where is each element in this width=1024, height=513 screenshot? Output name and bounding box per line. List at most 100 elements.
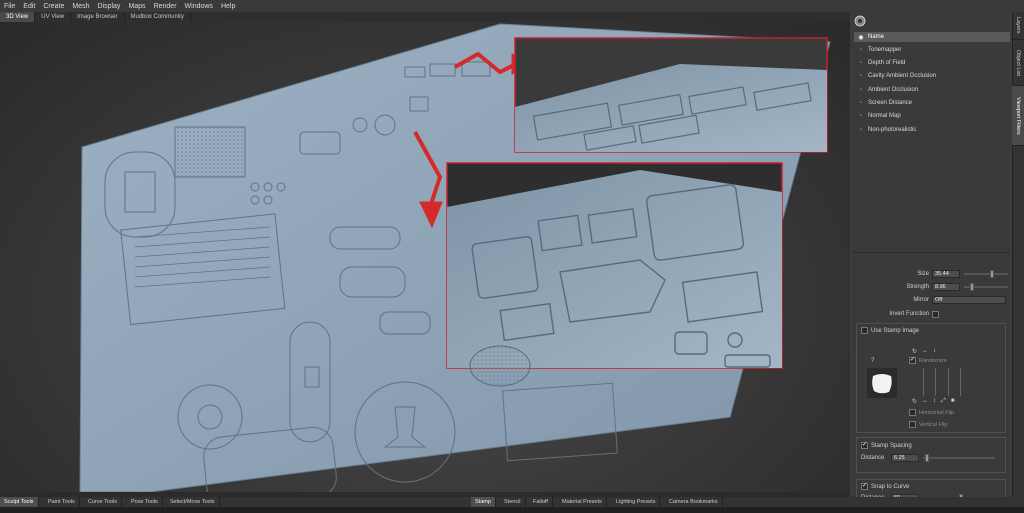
- slider-handle[interactable]: [925, 454, 929, 462]
- right-panel: ◉ Name ◦ Tonemapper ◦ Depth of Field ◦ C…: [850, 12, 1024, 502]
- tab-paint-tools[interactable]: Paint Tools: [44, 497, 80, 507]
- horizontal-flip-checkbox[interactable]: [909, 409, 916, 416]
- random-rotate-slider[interactable]: [922, 368, 924, 396]
- filter-settings-icon[interactable]: [854, 15, 866, 27]
- tab-3d-view[interactable]: 3D View: [0, 12, 36, 22]
- stamp-random-icons: ↻ ↔ ↕ ⤢ ■: [912, 398, 954, 405]
- menu-create[interactable]: Create: [43, 3, 64, 10]
- random-x-slider[interactable]: [935, 368, 937, 396]
- viewport-scene: [79, 23, 831, 492]
- stamp-preview-image[interactable]: [867, 368, 897, 398]
- randomize-sliders: [917, 368, 967, 396]
- stamp-spacing-checkbox[interactable]: ✓: [861, 442, 868, 449]
- viewport-3d[interactable]: [0, 22, 850, 492]
- spacing-distance-row: Distance 6.25: [861, 454, 995, 462]
- menu-render[interactable]: Render: [154, 3, 177, 10]
- tab-lighting-presets[interactable]: Lighting Presets: [612, 497, 661, 507]
- name-column-label: Name: [868, 34, 885, 40]
- stamp-image-section: Use Stamp Image ? ↻ ↔ ↕ ✓ Randomize ↻ ↔ …: [856, 323, 1006, 433]
- stop-icon[interactable]: ■: [951, 398, 955, 405]
- tab-mudbox-community[interactable]: Mudbox Community: [125, 12, 191, 22]
- radio-icon[interactable]: ◦: [854, 100, 868, 106]
- invert-checkbox[interactable]: [932, 310, 939, 318]
- filter-row-normal-map[interactable]: ◦ Normal Map: [854, 110, 1010, 122]
- menu-display[interactable]: Display: [97, 3, 120, 10]
- radio-icon[interactable]: ◦: [854, 73, 868, 79]
- filter-row-ambient-occlusion[interactable]: ◦ Ambient Occlusion: [854, 84, 1010, 96]
- move-vertical-icon[interactable]: ↕: [933, 398, 936, 405]
- menu-windows[interactable]: Windows: [185, 3, 213, 10]
- side-tab-viewport-filters[interactable]: Viewport Filters: [1012, 86, 1024, 146]
- tab-select-move-tools[interactable]: Select/Move Tools: [166, 497, 220, 507]
- slider-handle[interactable]: [990, 270, 994, 278]
- distance-label: Distance: [861, 455, 885, 461]
- stamp-spacing-toggle[interactable]: ✓ Stamp Spacing: [861, 442, 912, 449]
- filter-row-cavity-ao[interactable]: ◦ Cavity Ambient Occlusion: [854, 70, 1010, 82]
- strength-row: Strength 8.96: [852, 282, 1010, 292]
- strength-field[interactable]: 8.96: [932, 283, 960, 291]
- tab-uv-view[interactable]: UV View: [35, 12, 72, 22]
- menu-file[interactable]: File: [4, 3, 15, 10]
- menu-help[interactable]: Help: [221, 3, 235, 10]
- random-y-slider[interactable]: [947, 368, 949, 396]
- tab-pose-tools[interactable]: Pose Tools: [127, 497, 163, 507]
- random-scale-slider[interactable]: [960, 368, 962, 396]
- filter-row-screen-distance[interactable]: ◦ Screen Distance: [854, 97, 1010, 109]
- randomize-row: ✓ Randomize: [909, 357, 947, 364]
- tab-image-browser[interactable]: Image Browser: [71, 12, 125, 22]
- horizontal-flip-label: Horizontal Flip: [919, 409, 955, 416]
- strength-slider[interactable]: [964, 283, 1008, 291]
- move-horizontal-icon[interactable]: ↔: [922, 398, 928, 405]
- side-tab-strip: Layers Object List Viewport Filters: [1012, 12, 1024, 497]
- filter-label: Tonemapper: [868, 47, 902, 53]
- radio-icon[interactable]: ◦: [854, 60, 868, 66]
- stamp-image-toggle[interactable]: Use Stamp Image: [861, 327, 919, 334]
- snap-to-curve-checkbox[interactable]: ✓: [861, 483, 868, 490]
- stamp-image-checkbox[interactable]: [861, 327, 868, 334]
- radio-icon[interactable]: ◦: [854, 87, 868, 93]
- filter-row-depth-of-field[interactable]: ◦ Depth of Field: [854, 57, 1010, 69]
- tab-material-presets[interactable]: Material Presets: [558, 497, 607, 507]
- radio-icon[interactable]: ◦: [854, 47, 868, 53]
- tray-content-strip: [0, 507, 1024, 513]
- slider-handle[interactable]: [970, 283, 974, 291]
- tab-sculpt-tools[interactable]: Sculpt Tools: [0, 497, 39, 507]
- vertical-flip-checkbox[interactable]: [909, 421, 916, 428]
- menu-edit[interactable]: Edit: [23, 3, 35, 10]
- mirror-dropdown[interactable]: Off: [932, 296, 1006, 304]
- side-tab-object-list[interactable]: Object List: [1012, 40, 1024, 86]
- randomize-checkbox[interactable]: ✓: [909, 357, 916, 364]
- rotate-icon[interactable]: ↻: [912, 398, 917, 405]
- tab-camera-bookmarks[interactable]: Camera Bookmarks: [665, 497, 723, 507]
- radio-icon[interactable]: ◦: [854, 113, 868, 119]
- help-icon[interactable]: ?: [871, 358, 874, 364]
- rotate-icon[interactable]: ↻: [912, 348, 917, 355]
- move-vertical-icon[interactable]: ↕: [933, 348, 936, 355]
- radio-icon[interactable]: ◦: [854, 127, 868, 133]
- scale-icon[interactable]: ⤢: [941, 398, 946, 405]
- filter-label: Non-photorealistic: [868, 127, 917, 133]
- side-tab-layers[interactable]: Layers: [1012, 12, 1024, 40]
- filter-label: Screen Distance: [868, 100, 913, 106]
- menu-mesh[interactable]: Mesh: [72, 3, 89, 10]
- filter-label: Depth of Field: [868, 60, 906, 66]
- tab-falloff[interactable]: Falloff: [529, 497, 553, 507]
- size-slider[interactable]: [964, 270, 1008, 278]
- menu-maps[interactable]: Maps: [128, 3, 145, 10]
- eye-icon: ◉: [858, 34, 864, 41]
- snap-to-curve-toggle[interactable]: ✓ Snap to Curve: [861, 483, 909, 490]
- size-field[interactable]: 35.44: [932, 270, 960, 278]
- move-horizontal-icon[interactable]: ↔: [922, 348, 928, 355]
- invert-row: Invert Function: [852, 309, 1010, 319]
- stamp-image-label: Use Stamp Image: [871, 327, 920, 334]
- tab-stamp[interactable]: Stamp: [471, 497, 496, 507]
- distance-field[interactable]: 6.25: [891, 454, 919, 462]
- tab-stencil[interactable]: Stencil: [500, 497, 526, 507]
- size-row: Size 35.44: [852, 269, 1010, 279]
- filter-row-tonemapper[interactable]: ◦ Tonemapper: [854, 44, 1010, 56]
- filter-row-non-photorealistic[interactable]: ◦ Non-photorealistic: [854, 124, 1010, 136]
- filter-list-header: ◉ Name: [854, 32, 1010, 42]
- tab-curve-tools[interactable]: Curve Tools: [84, 497, 122, 507]
- distance-slider[interactable]: [923, 454, 995, 462]
- filter-label: Ambient Occlusion: [868, 87, 919, 93]
